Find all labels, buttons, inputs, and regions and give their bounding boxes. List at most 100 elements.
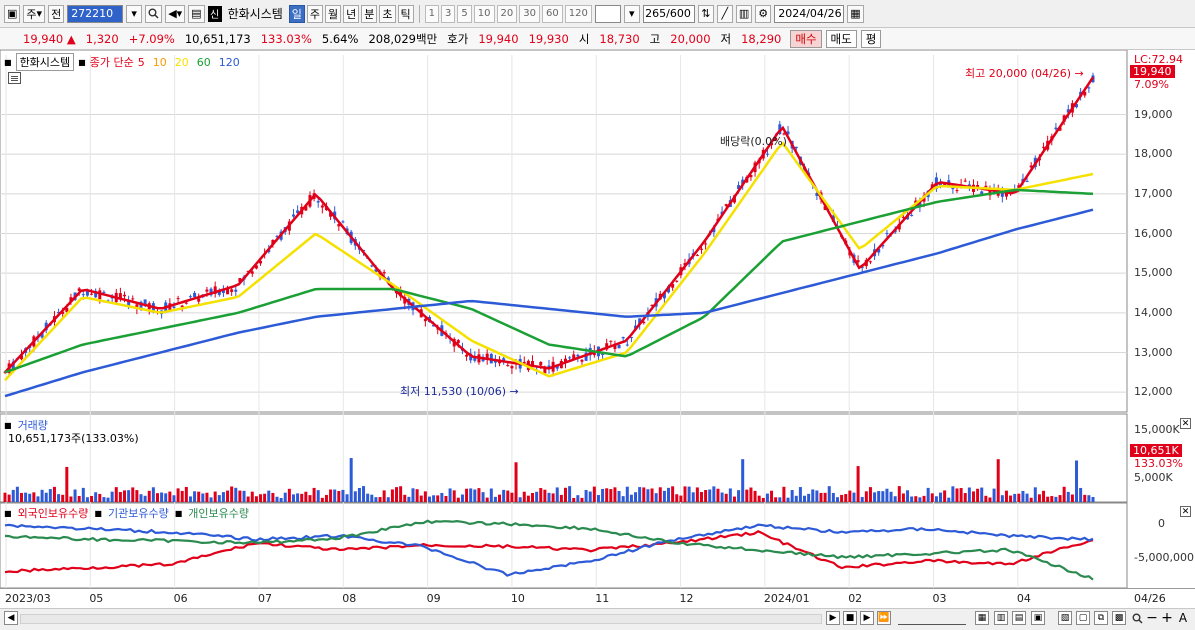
volume-bar [1075,460,1079,502]
interval-10[interactable]: 10 [473,4,495,23]
scroll-right-icon[interactable]: ▶ [826,611,840,625]
candle-body [1025,181,1029,183]
volume-bar [646,489,650,502]
volume-bar [885,488,889,502]
interval-input[interactable] [594,4,621,23]
chart-type-icon[interactable]: ▣ [4,4,21,23]
grid-icon[interactable]: ▣ [1031,611,1045,625]
volume-bar [69,496,73,502]
print-icon[interactable]: ▩ [1112,611,1126,625]
legend-stock-name[interactable]: 한화시스템 [15,53,75,71]
period-tab-4[interactable]: 분 [361,4,378,23]
volume-bar [221,492,225,502]
period-tab-1[interactable]: 주 [306,4,324,23]
zoom-in-icon[interactable]: + [1160,610,1174,626]
speaker-icon[interactable]: ◀▾ [165,4,186,23]
buy-button[interactable]: 매수 [790,29,822,48]
date-input[interactable]: 2024/04/26 [774,4,845,23]
search-icon[interactable] [145,4,163,23]
legend-ma-title[interactable]: 종가 단순 [90,54,134,70]
interval-1[interactable]: 1 [424,4,440,23]
candle-body [868,261,872,263]
candle-body [90,293,94,295]
legend-individual[interactable]: 개인보유수량 [188,505,249,521]
interval-120[interactable]: 120 [564,4,592,23]
period-select[interactable]: 주 ▾ [23,4,46,23]
gear-icon[interactable]: ⚙ [755,4,772,23]
volume-value: 10,651,173주(133.03%) [8,432,139,445]
volume-close-icon[interactable]: ✕ [1180,418,1191,429]
interval-5[interactable]: 5 [457,4,472,23]
volume-bar [1050,496,1054,502]
legend-foreign[interactable]: 외국인보유수량 [18,505,89,521]
auto-scale-icon[interactable]: A [1176,611,1190,625]
holdings-close-icon[interactable]: ✕ [1180,506,1191,517]
interval-30[interactable]: 30 [519,4,540,23]
period-tab-3[interactable]: 년 [343,4,360,23]
volume-bar [481,492,485,502]
split-icon[interactable]: ▥ [994,611,1008,625]
volume-last-percent: 133.03% [1134,457,1183,470]
legend-ma-120[interactable]: 120 [219,56,240,69]
price-tick-label: 19,000 [1134,107,1173,121]
legend-institution[interactable]: 기관보유수량 [108,505,169,521]
volume-bar [650,488,654,502]
chart-icon[interactable]: ▧ [1058,611,1072,625]
volume-bar [403,494,407,502]
bar-count-field[interactable]: 265/600 [642,4,695,23]
candle-body [510,366,514,369]
play-icon[interactable]: ▶ [860,611,874,625]
period-tab-0[interactable]: 일 [288,4,305,23]
zoom-fit-icon[interactable]: ⇅ [697,4,714,23]
zoom-slider[interactable] [898,612,966,625]
scroll-left-icon[interactable]: ◀ [4,611,18,625]
data-table-icon[interactable] [8,72,21,84]
legend-ma-5[interactable]: 5 [138,56,145,69]
volume-bar [296,493,300,502]
code-dropdown-icon[interactable]: ▾ [126,4,143,23]
quote-bar: 19,940 ▲ 1,320 +7.09% 10,651,173 133.03%… [0,28,1195,50]
scroll-bar[interactable] [20,614,822,624]
legend-ma-20[interactable]: 20 [175,56,189,69]
panel-icon[interactable]: ▤ [1012,611,1026,625]
volume-bar [300,493,304,502]
zoom-out-icon[interactable]: − [1145,610,1159,626]
volume-bar [782,486,786,502]
legend-ma-10[interactable]: 10 [153,56,167,69]
eval-button[interactable]: 평 [860,29,882,48]
stop-icon[interactable]: ■ [843,611,857,625]
interval-60[interactable]: 60 [541,4,563,23]
volume-bar [790,490,794,502]
volume-bar [308,495,312,502]
period-tab-6[interactable]: 틱 [397,4,414,23]
volume-bar [798,487,802,502]
fast-forward-icon[interactable]: ⏩ [877,611,891,625]
layout-icon[interactable]: ▦ [975,611,989,625]
interval-20[interactable]: 20 [496,4,518,23]
history-icon[interactable]: ▤ [188,4,205,23]
volume-bar [415,489,419,502]
sell-button[interactable]: 매도 [825,29,857,48]
save-icon[interactable]: ▥ [735,4,753,23]
prev-button[interactable]: 전 [48,4,65,23]
copy-icon[interactable]: ⧉ [1094,611,1108,625]
volume-bar [85,497,89,502]
calendar-icon[interactable]: ▦ [847,4,864,23]
period-tab-2[interactable]: 월 [325,4,342,23]
volume-bar [807,493,811,502]
low-annotation-text: 최저 11,530 (10/06) [400,385,507,398]
stock-code-input[interactable]: 272210 [67,4,124,23]
volume-bar [592,486,596,502]
legend-ma-60[interactable]: 60 [197,56,211,69]
interval-dropdown-icon[interactable]: ▾ [623,4,640,23]
candle-body [176,298,180,300]
zoom-search-icon[interactable] [1130,611,1144,625]
interval-3[interactable]: 3 [441,4,456,23]
volume-bar [901,493,905,502]
candle-body [102,291,106,293]
volume-bar [304,491,308,502]
period-tab-5[interactable]: 초 [379,4,396,23]
line-tool-icon[interactable]: ╱ [716,4,733,23]
window-icon[interactable]: ▢ [1076,611,1090,625]
volume-bar [918,497,922,502]
